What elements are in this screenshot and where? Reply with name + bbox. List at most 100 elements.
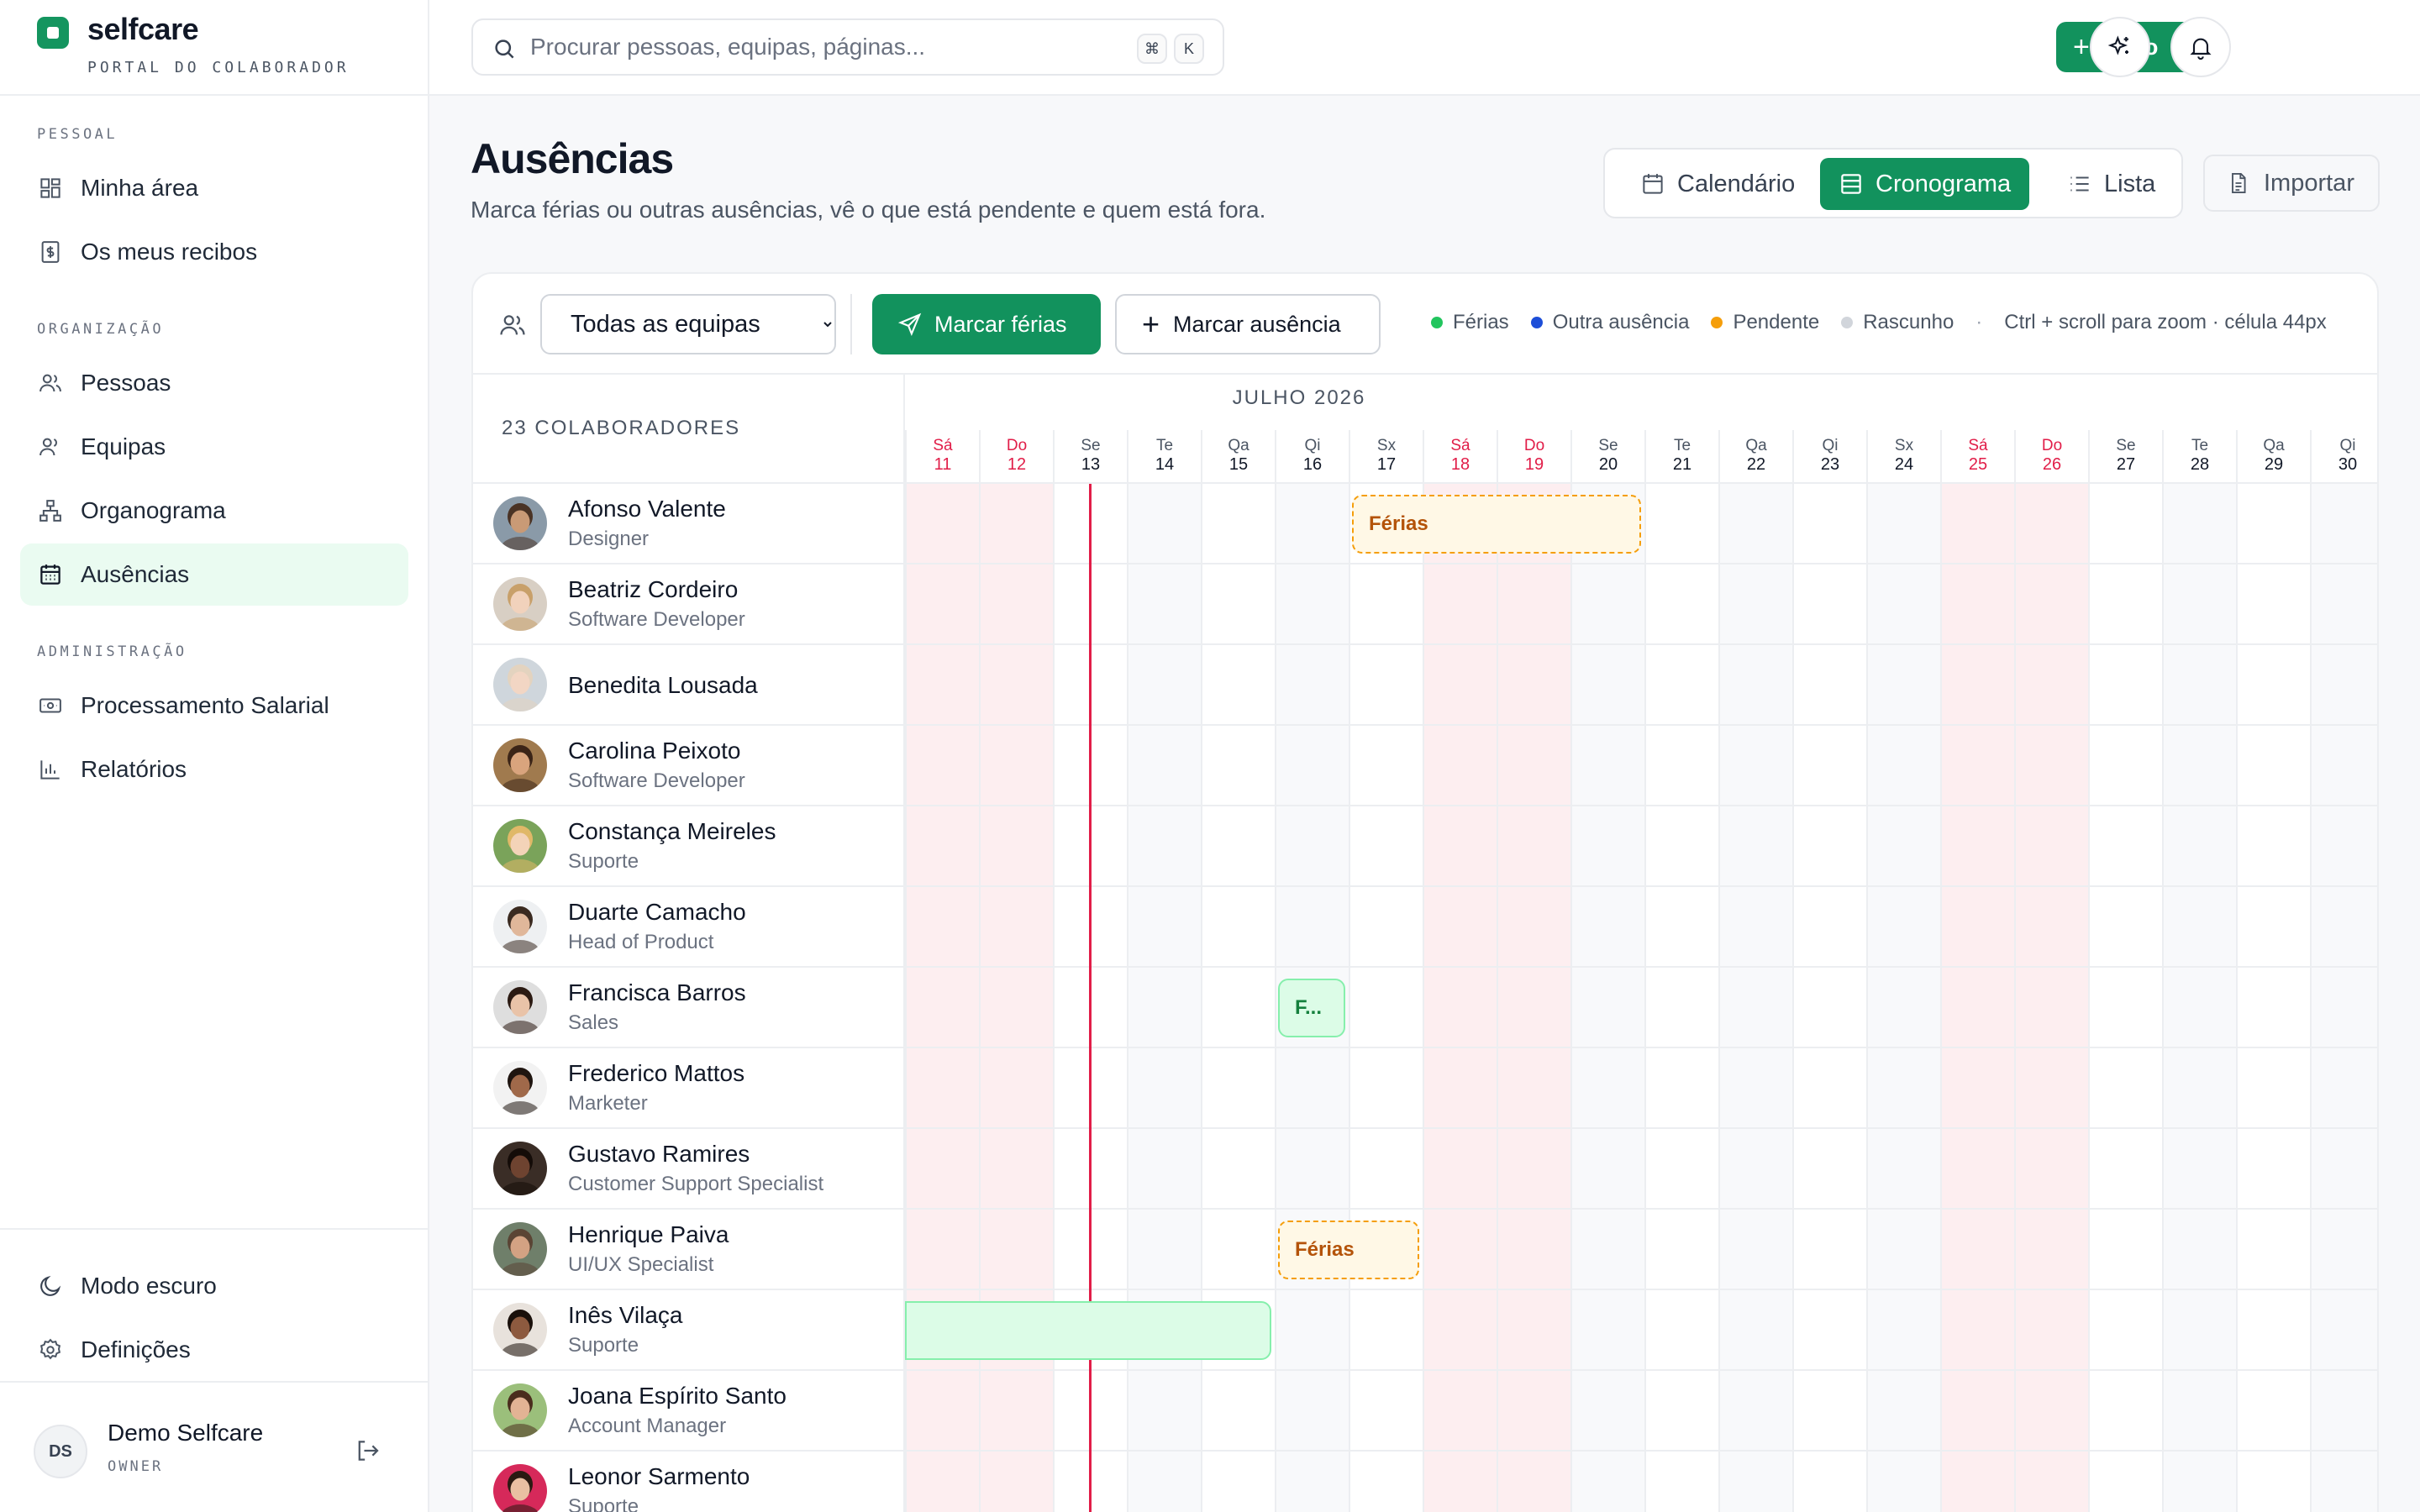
person-row[interactable]: Francisca Barros Sales <box>473 968 905 1048</box>
person-role: Designer <box>568 528 650 550</box>
legend-dot <box>1530 317 1543 328</box>
day-column[interactable] <box>2088 484 2162 1512</box>
day-column[interactable] <box>2236 484 2310 1512</box>
brand[interactable]: selfcare PORTAL DO COLABORADOR <box>0 0 428 96</box>
person-row[interactable]: Afonso Valente Designer <box>473 484 905 564</box>
row-divider <box>905 966 2377 968</box>
weekday-label: Qi <box>1304 437 1321 454</box>
day-column[interactable] <box>1792 484 1866 1512</box>
day-column[interactable] <box>2310 484 2377 1512</box>
grid-icon <box>37 175 64 202</box>
absence-bar[interactable]: Férias <box>1278 1221 1419 1279</box>
day-column[interactable] <box>1866 484 1940 1512</box>
section-label-pessoal: PESSOAL <box>37 126 118 143</box>
person-name: Beatriz Cordeiro <box>568 576 739 602</box>
absence-bar[interactable] <box>905 1301 1271 1360</box>
person-row[interactable]: Frederico Mattos Marketer <box>473 1048 905 1129</box>
person-row[interactable]: Inês Vilaça Suporte <box>473 1290 905 1371</box>
sidebar-item-processamento-salarial[interactable]: Processamento Salarial <box>20 675 408 737</box>
people-header: 23 COLABORADORES <box>473 375 905 484</box>
weekday-label: Qi <box>2339 437 2356 454</box>
tab-lista[interactable]: Lista <box>2049 158 2174 210</box>
person-role: Suporte <box>568 1334 639 1357</box>
mark-absence-label: Marcar ausência <box>1173 311 1341 337</box>
sidebar-item-recibos[interactable]: Os meus recibos <box>20 221 408 283</box>
team-filter-select[interactable]: Todas as equipas <box>540 294 836 354</box>
day-column[interactable] <box>1349 484 1423 1512</box>
person-row[interactable]: Carolina Peixoto Software Developer <box>473 726 905 806</box>
person-name: Joana Espírito Santo <box>568 1383 786 1409</box>
person-role: Sales <box>568 1011 619 1034</box>
sidebar-item-label: Ausências <box>81 561 190 587</box>
search-input[interactable] <box>530 29 1102 66</box>
day-column[interactable] <box>1940 484 2014 1512</box>
day-number: 25 <box>1968 455 1988 474</box>
sidebar-item-equipas[interactable]: Equipas <box>20 416 408 478</box>
user-name: Demo Selfcare <box>108 1420 264 1446</box>
sidebar-item-label: Organograma <box>81 497 226 523</box>
sidebar-item-pessoas[interactable]: Pessoas <box>20 352 408 414</box>
person-row[interactable]: Henrique Paiva UI/UX Specialist <box>473 1210 905 1290</box>
day-header: Qa 15 <box>1201 430 1275 484</box>
day-column[interactable] <box>1423 484 1497 1512</box>
day-column[interactable] <box>2162 484 2236 1512</box>
legend: Férias Outra ausência Pendente Rascunho … <box>1431 311 2327 334</box>
mark-vacation-button[interactable]: Marcar férias <box>872 294 1101 354</box>
absence-bar[interactable]: Férias <box>1352 495 1641 554</box>
person-name: Inês Vilaça <box>568 1302 683 1328</box>
weekday-label: Se <box>2116 437 2136 454</box>
team-filter-icon <box>498 311 527 339</box>
weekday-label: Sá <box>933 437 953 454</box>
sidebar-item-relatorios[interactable]: Relatórios <box>20 738 408 801</box>
legend-item-ferias: Férias <box>1431 311 1509 334</box>
day-header: Qi 30 <box>2310 430 2377 484</box>
search-box[interactable]: ⌘ K <box>471 18 1224 76</box>
day-column[interactable] <box>1718 484 1792 1512</box>
tab-calendario[interactable]: Calendário <box>1622 158 1813 210</box>
dark-mode-toggle[interactable]: Modo escuro <box>20 1255 408 1317</box>
person-row[interactable]: Leonor Sarmento Suporte <box>473 1452 905 1512</box>
calendar-icon <box>1643 174 1663 194</box>
day-column[interactable] <box>1570 484 1644 1512</box>
tab-cronograma[interactable]: Cronograma <box>1820 158 2030 210</box>
weekday-label: Te <box>1155 437 1174 454</box>
person-role: Head of Product <box>568 931 714 953</box>
sidebar-item-organograma[interactable]: Organograma <box>20 480 408 542</box>
notifications-button[interactable] <box>2170 17 2231 77</box>
logout-icon[interactable] <box>353 1436 387 1470</box>
day-number: 19 <box>1524 455 1544 474</box>
receipt-icon <box>37 239 64 265</box>
avatar <box>493 1222 547 1276</box>
person-row[interactable]: Duarte Camacho Head of Product <box>473 887 905 968</box>
legend-label: Pendente <box>1733 311 1820 333</box>
settings-link[interactable]: Definições <box>20 1319 408 1381</box>
day-header: Qa 22 <box>1718 430 1792 484</box>
sidebar-item-label: Os meus recibos <box>81 239 258 265</box>
user-block[interactable]: DS Demo Selfcare OWNER <box>0 1381 429 1512</box>
sidebar-item-ausencias[interactable]: Ausências <box>20 543 408 606</box>
person-row[interactable]: Beatriz Cordeiro Software Developer <box>473 564 905 645</box>
mark-absence-button[interactable]: + Marcar ausência <box>1115 294 1381 354</box>
weekday-label: Do <box>1523 437 1545 454</box>
day-header: Do 26 <box>2014 430 2088 484</box>
day-column[interactable] <box>2014 484 2088 1512</box>
calendar-icon <box>37 561 64 588</box>
weekday-label: Qa <box>2263 437 2285 454</box>
absence-bar[interactable]: F... <box>1278 979 1345 1037</box>
import-button[interactable]: Importar <box>2203 155 2380 212</box>
person-row[interactable]: Benedita Lousada <box>473 645 905 726</box>
person-row[interactable]: Constança Meireles Suporte <box>473 806 905 887</box>
weekday-label: Qa <box>1745 437 1767 454</box>
day-number: 17 <box>1376 455 1397 474</box>
person-row[interactable]: Gustavo Ramires Customer Support Speciali… <box>473 1129 905 1210</box>
day-column[interactable] <box>1497 484 1570 1512</box>
row-divider <box>905 885 2377 887</box>
row-divider <box>905 1127 2377 1129</box>
day-column[interactable] <box>1644 484 1718 1512</box>
avatar <box>493 1383 547 1437</box>
person-row[interactable]: Joana Espírito Santo Account Manager <box>473 1371 905 1452</box>
ai-assistant-button[interactable] <box>2090 17 2150 77</box>
person-role: Account Manager <box>568 1415 727 1437</box>
zoom-hint: Ctrl + scroll para zoom · célula 44px <box>2004 311 2327 333</box>
sidebar-item-minha-area[interactable]: Minha área <box>20 157 408 219</box>
